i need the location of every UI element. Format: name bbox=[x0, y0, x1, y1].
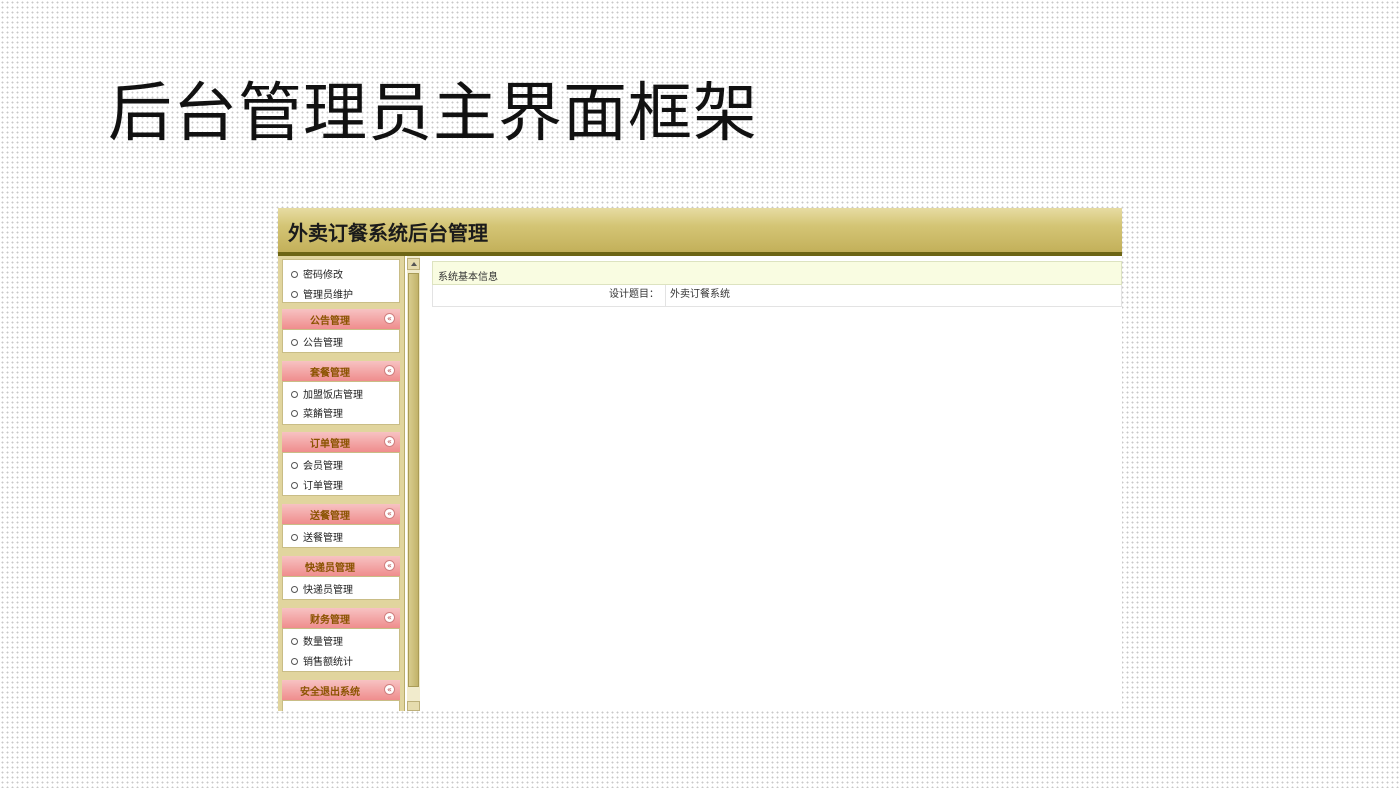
menu-item-quantity[interactable]: 数量管理 bbox=[291, 633, 343, 649]
menu-header-label: 安全退出系统 bbox=[300, 687, 360, 698]
menu-header-label: 公告管理 bbox=[310, 316, 350, 327]
menu-item-sales[interactable]: 销售额统计 bbox=[291, 653, 353, 669]
menu-header-label: 送餐管理 bbox=[310, 511, 350, 522]
menu-item-label: 数量管理 bbox=[303, 637, 343, 648]
app-screenshot: 外卖订餐系统后台管理 密码修改 管理员维护 公告管理 « 公告管理 套餐管理 « bbox=[278, 208, 1122, 711]
menu-header-label: 财务管理 bbox=[310, 615, 350, 626]
menu-header-delivery[interactable]: 送餐管理 « bbox=[282, 504, 400, 524]
menu-header-label: 快递员管理 bbox=[305, 563, 355, 574]
menu-block-finance: 数量管理 销售额统计 bbox=[282, 628, 400, 672]
menu-item-admin[interactable]: 管理员维护 bbox=[291, 286, 353, 302]
scroll-up-arrow-icon[interactable] bbox=[407, 258, 420, 270]
menu-item-dishes[interactable]: 菜餚管理 bbox=[291, 405, 343, 421]
bullet-icon bbox=[291, 390, 298, 398]
menu-item-label: 送餐管理 bbox=[303, 533, 343, 544]
scroll-thumb[interactable] bbox=[408, 273, 419, 687]
bullet-icon bbox=[291, 533, 298, 541]
menu-header-label: 订单管理 bbox=[310, 439, 350, 450]
app-header: 外卖订餐系统后台管理 bbox=[278, 208, 1122, 256]
menu-item-label: 快递员管理 bbox=[303, 585, 353, 596]
menu-item-courier[interactable]: 快递员管理 bbox=[291, 581, 353, 597]
row-label: 设计题目： bbox=[433, 285, 666, 306]
collapse-icon[interactable]: « bbox=[384, 313, 395, 324]
menu-block-courier: 快递员管理 bbox=[282, 576, 400, 600]
menu-header-label: 套餐管理 bbox=[310, 368, 350, 379]
info-caption-label: 系统基本信息 bbox=[438, 272, 498, 283]
menu-block-account: 密码修改 管理员维护 bbox=[282, 259, 400, 303]
menu-block-order: 会员管理 订单管理 bbox=[282, 452, 400, 496]
menu-block-delivery: 送餐管理 bbox=[282, 524, 400, 548]
menu-item-label: 会员管理 bbox=[303, 461, 343, 472]
bullet-icon bbox=[291, 270, 298, 278]
menu-item-delivery[interactable]: 送餐管理 bbox=[291, 529, 343, 545]
bullet-icon bbox=[291, 409, 298, 417]
menu-item-label: 销售额统计 bbox=[303, 657, 353, 668]
app-title: 外卖订餐系统后台管理 bbox=[288, 221, 488, 245]
menu-header-logout[interactable]: 安全退出系统 « bbox=[282, 680, 400, 700]
menu-item-label: 管理员维护 bbox=[303, 290, 353, 301]
menu-item-notice[interactable]: 公告管理 bbox=[291, 334, 343, 350]
menu-block-package: 加盟饭店管理 菜餚管理 bbox=[282, 381, 400, 425]
menu-item-restaurant[interactable]: 加盟饭店管理 bbox=[291, 386, 363, 402]
menu-item-label: 密码修改 bbox=[303, 270, 343, 281]
menu-block-logout bbox=[282, 700, 400, 711]
bullet-icon bbox=[291, 585, 298, 593]
bullet-icon bbox=[291, 338, 298, 346]
menu-item-password[interactable]: 密码修改 bbox=[291, 266, 343, 282]
bullet-icon bbox=[291, 481, 298, 489]
menu-item-member[interactable]: 会员管理 bbox=[291, 457, 343, 473]
collapse-icon[interactable]: « bbox=[384, 436, 395, 447]
bullet-icon bbox=[291, 637, 298, 645]
bullet-icon bbox=[291, 290, 298, 298]
menu-header-courier[interactable]: 快递员管理 « bbox=[282, 556, 400, 576]
menu-item-label: 加盟饭店管理 bbox=[303, 390, 363, 401]
bullet-icon bbox=[291, 657, 298, 665]
menu-item-label: 公告管理 bbox=[303, 338, 343, 349]
sidebar-scrollbar[interactable] bbox=[407, 256, 420, 711]
collapse-icon[interactable]: « bbox=[384, 684, 395, 695]
collapse-icon[interactable]: « bbox=[384, 508, 395, 519]
scroll-down-arrow-icon[interactable] bbox=[407, 701, 420, 711]
slide-title: 后台管理员主界面框架 bbox=[108, 77, 758, 151]
menu-header-notice[interactable]: 公告管理 « bbox=[282, 309, 400, 329]
collapse-icon[interactable]: « bbox=[384, 560, 395, 571]
menu-header-order[interactable]: 订单管理 « bbox=[282, 432, 400, 452]
menu-block-notice: 公告管理 bbox=[282, 329, 400, 353]
bullet-icon bbox=[291, 461, 298, 469]
collapse-icon[interactable]: « bbox=[384, 365, 395, 376]
menu-item-label: 订单管理 bbox=[303, 481, 343, 492]
table-row: 设计题目： 外卖订餐系统 bbox=[432, 285, 1122, 307]
sidebar-menu: 密码修改 管理员维护 公告管理 « 公告管理 套餐管理 « 加盟饭店管理 菜餚管… bbox=[278, 256, 405, 711]
collapse-icon[interactable]: « bbox=[384, 612, 395, 623]
menu-item-orders[interactable]: 订单管理 bbox=[291, 477, 343, 493]
info-caption: 系统基本信息 bbox=[432, 261, 1122, 285]
menu-header-finance[interactable]: 财务管理 « bbox=[282, 608, 400, 628]
menu-header-package[interactable]: 套餐管理 « bbox=[282, 361, 400, 381]
row-value: 外卖订餐系统 bbox=[670, 289, 730, 300]
menu-item-label: 菜餚管理 bbox=[303, 409, 343, 420]
